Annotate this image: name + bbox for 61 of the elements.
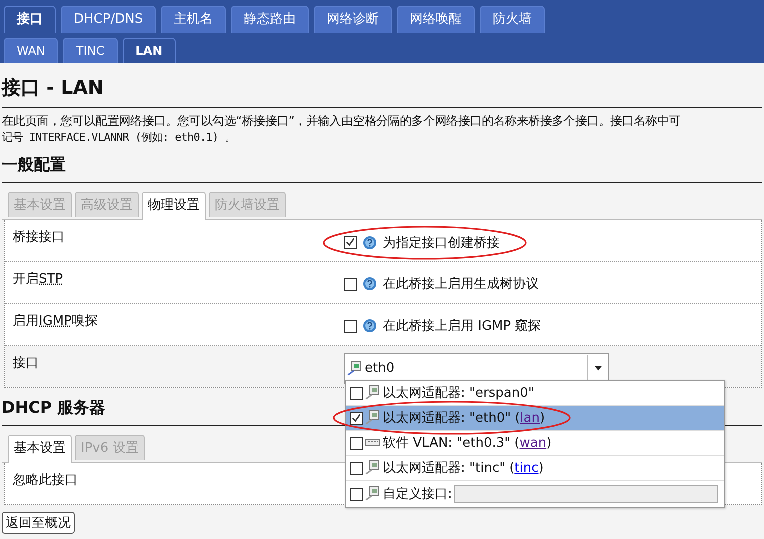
checkbox[interactable] — [350, 488, 363, 500]
settings-tab[interactable]: 物理设置 — [142, 192, 206, 220]
field-label: 开启STP — [12, 271, 64, 289]
bracket: ) — [546, 436, 552, 450]
description-line: 在此页面，您可以配置网络接口。您可以勾选“桥接接口”，并输入由空格分隔的多个网络接口的名称来桥接多个接口。接口名称中可 — [2, 114, 682, 129]
network-adapter-icon — [365, 460, 381, 476]
nav-tab[interactable]: 主机名 — [161, 6, 226, 33]
nav-tab[interactable]: 网络唤醒 — [397, 6, 476, 33]
adapter-name: 以太网适配器: "erspan0" — [383, 385, 534, 402]
checkbox[interactable] — [344, 320, 357, 332]
network-adapter-icon — [365, 486, 381, 502]
bracket: ) — [538, 460, 544, 476]
network-link[interactable]: wan — [520, 436, 547, 450]
description-line: 记号 INTERFACE.VLANNR (例如: eth0.1) 。 — [2, 130, 236, 145]
help-icon — [363, 236, 377, 250]
adapter-name: 自定义接口: — [383, 486, 452, 503]
dropdown-item[interactable]: 以太网适配器: "eth0" (lan) — [346, 406, 724, 431]
checkbox-label: 为指定接口创建桥接 — [383, 234, 500, 252]
checkbox[interactable] — [350, 386, 363, 400]
help-icon — [363, 277, 377, 291]
interface-tab[interactable]: LAN — [122, 38, 176, 63]
dropdown-item[interactable]: 自定义接口: — [346, 481, 724, 507]
custom-interface-field[interactable] — [454, 485, 718, 503]
dropdown-item[interactable]: 以太网适配器: "tinc" (tinc) — [346, 456, 724, 481]
bracket: ( — [510, 460, 515, 476]
field-label: 桥接接口 — [12, 229, 66, 247]
field-label: 忽略此接口 — [12, 472, 79, 490]
nav-tab[interactable]: 接口 — [4, 6, 56, 33]
checkbox[interactable] — [344, 236, 357, 249]
section-title: 一般配置 — [2, 155, 762, 183]
adapter-name: 软件 VLAN: "eth0.3" — [383, 435, 511, 452]
network-link[interactable]: tinc — [514, 460, 539, 476]
adapter-name: 以太网适配器: "eth0" — [383, 410, 512, 427]
back-button[interactable]: 返回至概况 — [2, 512, 75, 534]
checkbox[interactable] — [350, 436, 363, 450]
field-label: 启用IGMP嗅探 — [12, 313, 99, 331]
adapter-name: 以太网适配器: "tinc" — [383, 460, 506, 477]
interface-tab[interactable]: TINC — [63, 38, 118, 63]
checkbox-label: 在此桥接上启用生成树协议 — [383, 276, 539, 293]
settings-tab[interactable]: 基本设置 — [8, 435, 72, 463]
bracket: ( — [514, 436, 520, 450]
field-label: 接口 — [12, 355, 40, 373]
bracket: ) — [540, 410, 546, 426]
dropdown-item[interactable]: 软件 VLAN: "eth0.3" (wan) — [346, 431, 724, 456]
nav-tab[interactable]: 静态路由 — [231, 6, 310, 33]
checkbox-label: 在此桥接上启用 IGMP 窥探 — [383, 318, 542, 335]
bracket: ( — [515, 410, 520, 426]
checkbox[interactable] — [350, 412, 363, 424]
network-adapter-icon — [347, 360, 363, 376]
nav-tab[interactable]: DHCP/DNS — [61, 6, 156, 33]
nav-tab[interactable]: 网络诊断 — [314, 6, 392, 33]
dropdown-arrow-icon — [594, 366, 602, 371]
interface-tab[interactable]: WAN — [4, 38, 58, 63]
help-icon — [363, 319, 377, 333]
nav-tab[interactable]: 防火墙 — [480, 6, 546, 33]
checkbox[interactable] — [344, 278, 357, 290]
network-link[interactable]: lan — [520, 410, 540, 426]
network-adapter-icon — [365, 385, 381, 401]
network-adapter-icon — [365, 410, 381, 426]
page-title: 接口 - LAN — [2, 75, 762, 108]
checkbox[interactable] — [350, 462, 363, 474]
